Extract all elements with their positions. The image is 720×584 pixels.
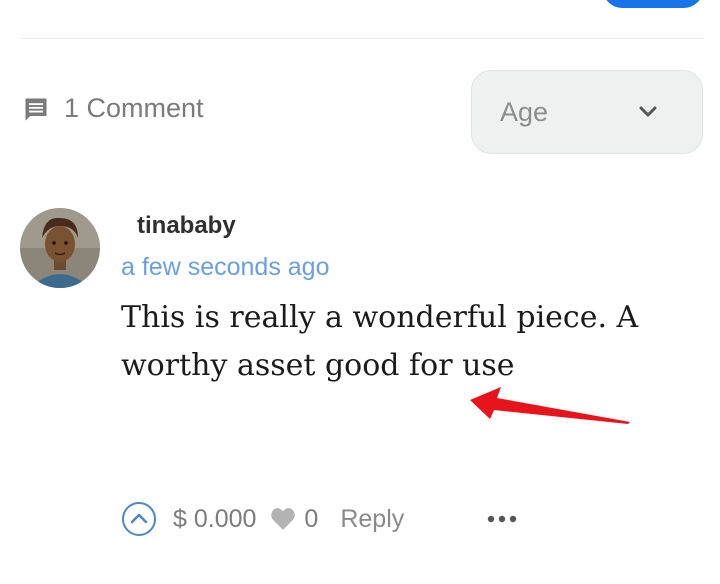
avatar[interactable] xyxy=(20,208,100,288)
comment-icon xyxy=(25,98,47,121)
heart-icon[interactable] xyxy=(270,507,296,531)
more-options-icon[interactable] xyxy=(487,514,517,524)
comment-actions: $ 0.000 0 Reply xyxy=(121,500,404,538)
sort-selected-value: Age xyxy=(500,96,549,127)
chevron-down-icon xyxy=(639,106,657,117)
comment-timestamp[interactable]: a few seconds ago xyxy=(121,253,329,282)
comment-count: 1 Comment xyxy=(22,93,204,124)
comment-count-label: 1 Comment xyxy=(64,93,204,123)
comments-section: 1 Comment Age tinababy a few seconds ago… xyxy=(0,0,720,584)
reply-button[interactable]: Reply xyxy=(340,505,404,534)
sort-select[interactable]: Age xyxy=(471,70,703,154)
top-action-button[interactable] xyxy=(603,0,703,8)
annotation-arrow xyxy=(470,387,630,424)
comment-author[interactable]: tinababy xyxy=(137,212,236,240)
comment-body: This is really a wonderful piece. A wort… xyxy=(121,300,639,383)
divider xyxy=(20,38,704,39)
upvote-chevron-icon[interactable] xyxy=(121,501,157,537)
payout-amount: $ 0.000 xyxy=(173,504,257,533)
like-count: 0 xyxy=(304,504,319,533)
